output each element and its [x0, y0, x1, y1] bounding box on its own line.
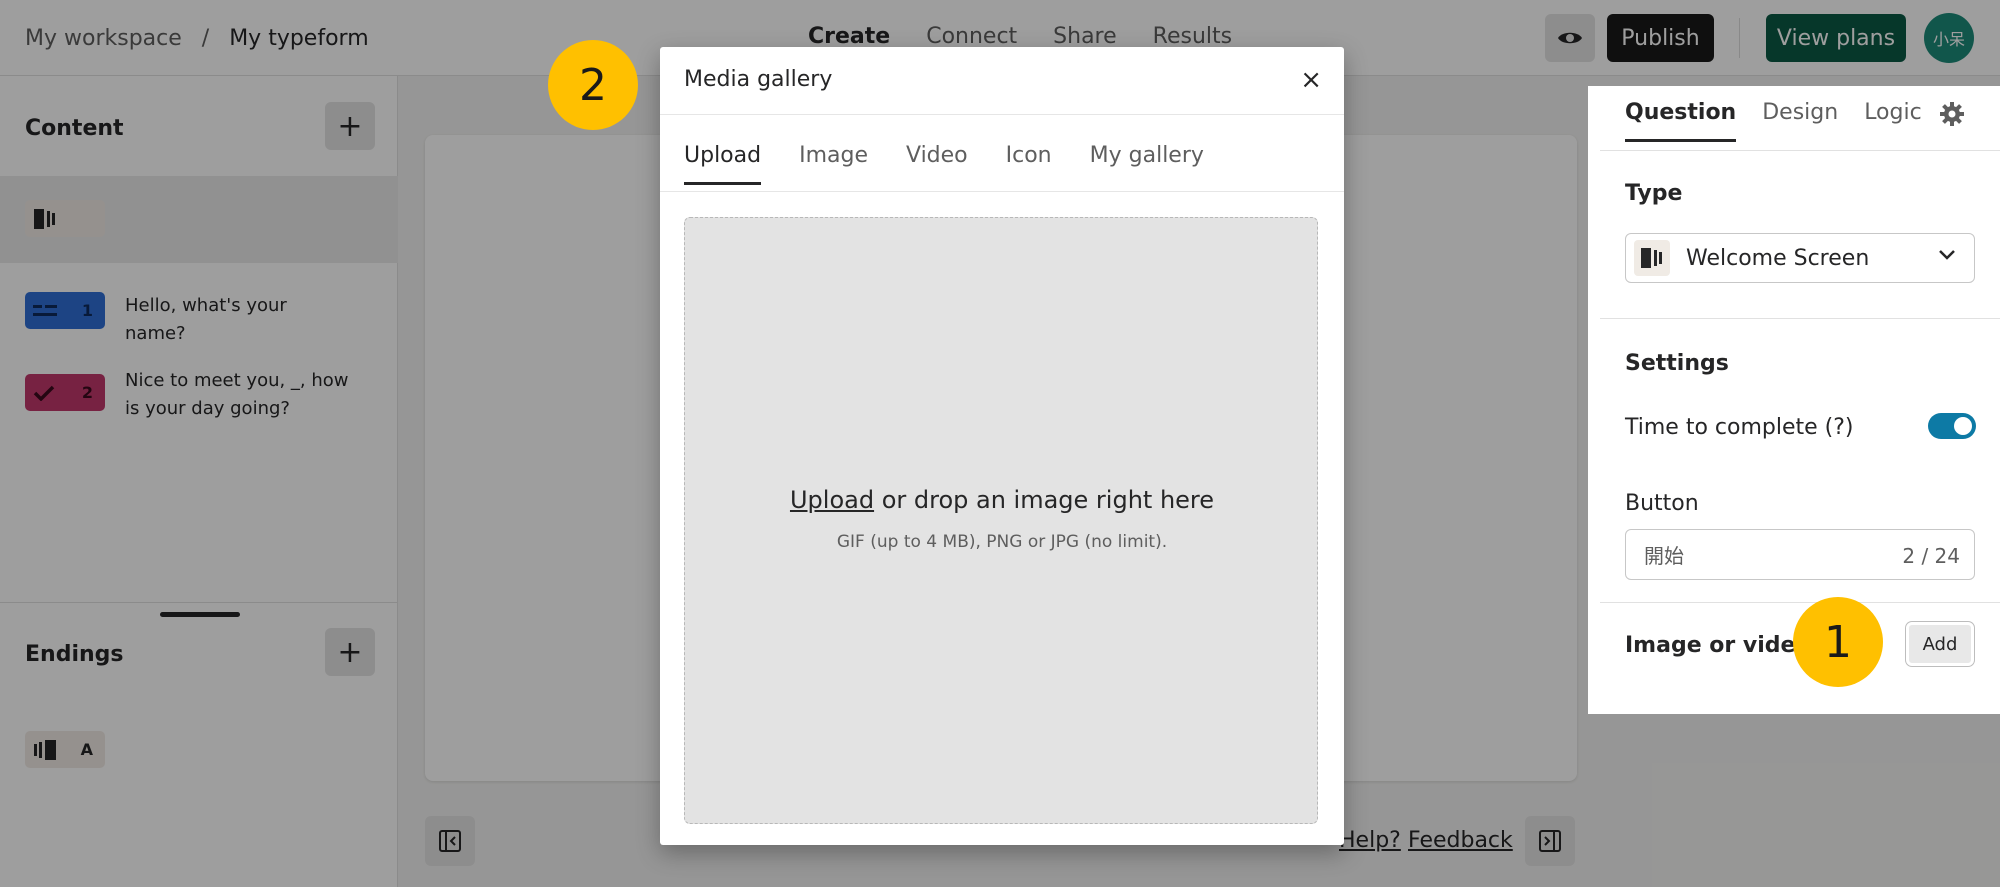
modal-tabs-divider: [660, 191, 1344, 192]
toggle-knob: [1954, 417, 1972, 435]
button-heading: Button: [1625, 491, 1699, 516]
modal-title: Media gallery: [684, 67, 833, 92]
button-text-value: 開始: [1644, 544, 1684, 568]
modal-backdrop-top[interactable]: [1588, 0, 2000, 86]
step-marker-2: 2: [548, 40, 638, 130]
section-divider: [1600, 318, 2000, 319]
add-media-button[interactable]: Add: [1906, 622, 1974, 666]
chevron-down-icon: [1939, 250, 1955, 260]
modal-header-divider: [660, 114, 1344, 115]
dropzone-text: or drop an image right here: [874, 486, 1215, 514]
tab-design[interactable]: Design: [1762, 100, 1838, 142]
settings-heading: Settings: [1625, 351, 1729, 376]
dropzone-instruction: Upload or drop an image right here: [685, 486, 1319, 514]
step-marker-1: 1: [1793, 597, 1883, 687]
media-gallery-modal: Media gallery × Upload Image Video Icon …: [660, 47, 1344, 845]
tab-my-gallery[interactable]: My gallery: [1090, 143, 1204, 185]
button-char-count: 2 / 24: [1902, 544, 1960, 568]
tab-icon[interactable]: Icon: [1006, 143, 1052, 185]
type-heading: Type: [1625, 181, 1683, 206]
tab-logic[interactable]: Logic: [1864, 100, 1922, 142]
tab-upload[interactable]: Upload: [684, 143, 762, 185]
welcome-screen-type-icon: [1634, 240, 1670, 276]
upload-dropzone[interactable]: Upload or drop an image right here GIF (…: [684, 217, 1318, 824]
type-select-value: Welcome Screen: [1686, 245, 1870, 271]
modal-backdrop-bottom[interactable]: [1588, 714, 2000, 887]
gear-icon[interactable]: [1940, 102, 1964, 126]
tabs-underline: [1600, 150, 2000, 151]
upload-link[interactable]: Upload: [790, 486, 874, 514]
section-divider: [1600, 602, 2000, 603]
dropzone-hint: GIF (up to 4 MB), PNG or JPG (no limit).: [836, 532, 1168, 552]
time-to-complete-label: Time to complete (?): [1625, 415, 1854, 440]
close-icon[interactable]: ×: [1300, 65, 1322, 95]
settings-tabs: Question Design Logic: [1625, 100, 1922, 142]
button-text-input[interactable]: 開始 2 / 24: [1625, 529, 1975, 580]
tab-image[interactable]: Image: [799, 143, 868, 185]
time-to-complete-toggle[interactable]: [1928, 413, 1976, 439]
tab-video[interactable]: Video: [906, 143, 968, 185]
media-tabs: Upload Image Video Icon My gallery: [684, 143, 1204, 185]
type-select[interactable]: Welcome Screen: [1625, 233, 1975, 283]
image-or-video-heading: Image or video: [1625, 633, 1811, 658]
question-settings-panel: Question Design Logic Type Welcome Scree…: [1588, 86, 2000, 714]
tab-question[interactable]: Question: [1625, 100, 1737, 142]
